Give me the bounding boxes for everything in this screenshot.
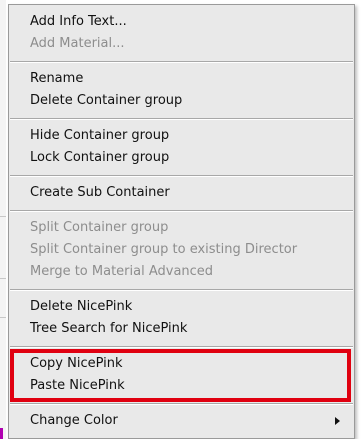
menu-item-add-info-text[interactable]: Add Info Text... <box>9 11 354 33</box>
menu-item-delete-nicepink[interactable]: Delete NicePink <box>9 296 354 318</box>
background-color-mark <box>0 428 3 439</box>
menu-item-paste-nicepink[interactable]: Paste NicePink <box>9 375 354 397</box>
background-tick <box>0 317 6 318</box>
submenu-arrow-icon <box>335 417 340 425</box>
menu-item-copy-nicepink[interactable]: Copy NicePink <box>9 353 354 375</box>
menu-item-split-container-group-to-existing-director[interactable]: Split Container group to existing Direct… <box>9 239 354 261</box>
menu-item-add-material[interactable]: Add Material... <box>9 33 354 55</box>
menu-item-merge-to-material-advanced[interactable]: Merge to Material Advanced <box>9 261 354 283</box>
menu-item-split-container-group[interactable]: Split Container group <box>9 217 354 239</box>
menu-separator <box>10 118 353 120</box>
menu-item-rename[interactable]: Rename <box>9 68 354 90</box>
menu-item-hide-container-group[interactable]: Hide Container group <box>9 125 354 147</box>
menu-separator <box>10 403 353 405</box>
menu-item-tree-search-for-nicepink[interactable]: Tree Search for NicePink <box>9 318 354 340</box>
background-edge-left <box>0 0 6 439</box>
menu-item-lock-container-group[interactable]: Lock Container group <box>9 147 354 169</box>
menu-item-create-sub-container[interactable]: Create Sub Container <box>9 182 354 204</box>
menu-separator <box>10 175 353 177</box>
menu-item-delete-container-group[interactable]: Delete Container group <box>9 90 354 112</box>
background-tick <box>0 216 6 217</box>
menu-separator <box>10 61 353 63</box>
context-menu: Add Info Text... Add Material... Rename Del… <box>8 4 355 439</box>
background-tick <box>0 278 6 279</box>
screen: Add Info Text... Add Material... Rename Del… <box>0 0 363 439</box>
menu-separator <box>10 346 353 348</box>
menu-separator <box>10 210 353 212</box>
menu-item-change-color[interactable]: Change Color <box>9 410 354 432</box>
menu-separator <box>10 289 353 291</box>
